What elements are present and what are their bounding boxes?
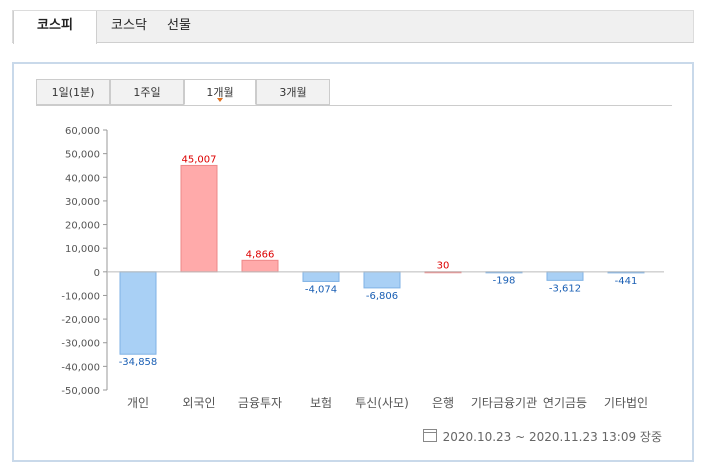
bar-value-label: -6,806 <box>366 291 398 302</box>
y-tick-label: 20,000 <box>65 221 100 232</box>
y-tick-label: 40,000 <box>65 173 100 184</box>
y-tick-label: -20,000 <box>61 315 100 326</box>
bar-value-label: -34,858 <box>119 357 158 368</box>
bar[interactable] <box>302 271 340 282</box>
x-category-label: 은행 <box>432 395 454 410</box>
x-category-label: 기타법인 <box>604 396 648 410</box>
y-tick-label: 10,000 <box>65 244 100 255</box>
x-category-label: 보험 <box>310 396 332 410</box>
bar[interactable] <box>119 271 157 355</box>
bar[interactable] <box>546 271 584 281</box>
tab-futures[interactable]: 선물 <box>159 11 199 43</box>
y-tick-label: 0 <box>94 268 100 279</box>
x-category-label: 금융투자 <box>238 396 282 410</box>
y-tick-label: -40,000 <box>61 362 100 373</box>
x-category-label: 기타금융기관 <box>471 396 537 410</box>
bar-value-label: -3,612 <box>549 283 581 294</box>
x-category-label: 연기금등 <box>543 396 587 410</box>
y-tick-label: 60,000 <box>65 126 100 137</box>
investor-bar-chart: 60,000 50,000 40,000 30,000 20,000 10,000 0 -10… <box>61 126 664 410</box>
x-category-label: 개인 <box>127 396 149 410</box>
x-category-label: 투신(사모) <box>355 396 409 410</box>
x-axis: 개인 외국인 금융투자 보험 투신(사모) 은행 기타금융기관 연기금등 기타법인 <box>127 395 648 410</box>
y-tick-label: 50,000 <box>65 150 100 161</box>
tab-kosdaq[interactable]: 코스닥 <box>103 11 155 43</box>
y-tick-label: -50,000 <box>61 386 100 397</box>
x-category-label: 외국인 <box>182 396 215 410</box>
date-range-footer: 2020.10.23 ~ 2020.11.23 13:09 장중 <box>422 428 662 445</box>
date-range-text: 2020.10.23 ~ 2020.11.23 13:09 장중 <box>442 430 662 444</box>
y-tick-label: 30,000 <box>65 197 100 208</box>
investor-chart-panel: 1일(1분) 1주일 1개월 3개월 60,000 50,000 40,000 30,… <box>12 62 694 462</box>
bar-value-label: -441 <box>615 276 638 287</box>
bar[interactable] <box>180 164 218 273</box>
calendar-icon <box>422 429 437 442</box>
y-axis: 60,000 50,000 40,000 30,000 20,000 10,000 0 -10… <box>61 126 108 397</box>
bar-value-label: -4,074 <box>305 284 337 295</box>
tab-kospi[interactable]: 코스피 <box>13 11 97 44</box>
bar-value-label: 4,866 <box>246 249 275 260</box>
bar-value-label: 30 <box>437 261 450 272</box>
bar-value-label: 45,007 <box>182 154 217 165</box>
bars <box>107 164 664 355</box>
y-tick-label: -30,000 <box>61 339 100 350</box>
bar[interactable] <box>363 271 401 289</box>
bar-value-label: -198 <box>493 275 516 286</box>
bar[interactable] <box>241 259 279 273</box>
market-tab-bar: 코스피 코스닥 선물 <box>12 10 694 44</box>
y-tick-label: -10,000 <box>61 291 100 302</box>
